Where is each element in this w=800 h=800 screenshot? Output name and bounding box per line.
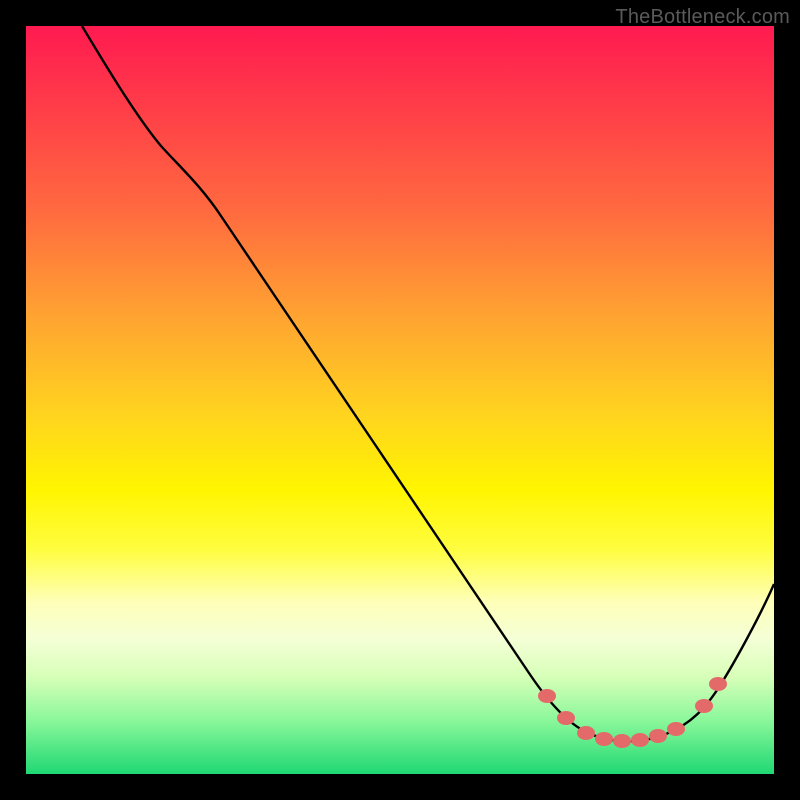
curve-marker [695, 699, 713, 713]
curve-marker [595, 732, 613, 746]
curve-marker [577, 726, 595, 740]
curve-marker [631, 733, 649, 747]
bottleneck-curve [82, 26, 774, 741]
curve-marker [667, 722, 685, 736]
curve-marker [649, 729, 667, 743]
curve-marker [557, 711, 575, 725]
chart-svg [26, 26, 774, 774]
chart-plot-area [26, 26, 774, 774]
curve-marker [613, 734, 631, 748]
curve-marker [709, 677, 727, 691]
curve-marker [538, 689, 556, 703]
